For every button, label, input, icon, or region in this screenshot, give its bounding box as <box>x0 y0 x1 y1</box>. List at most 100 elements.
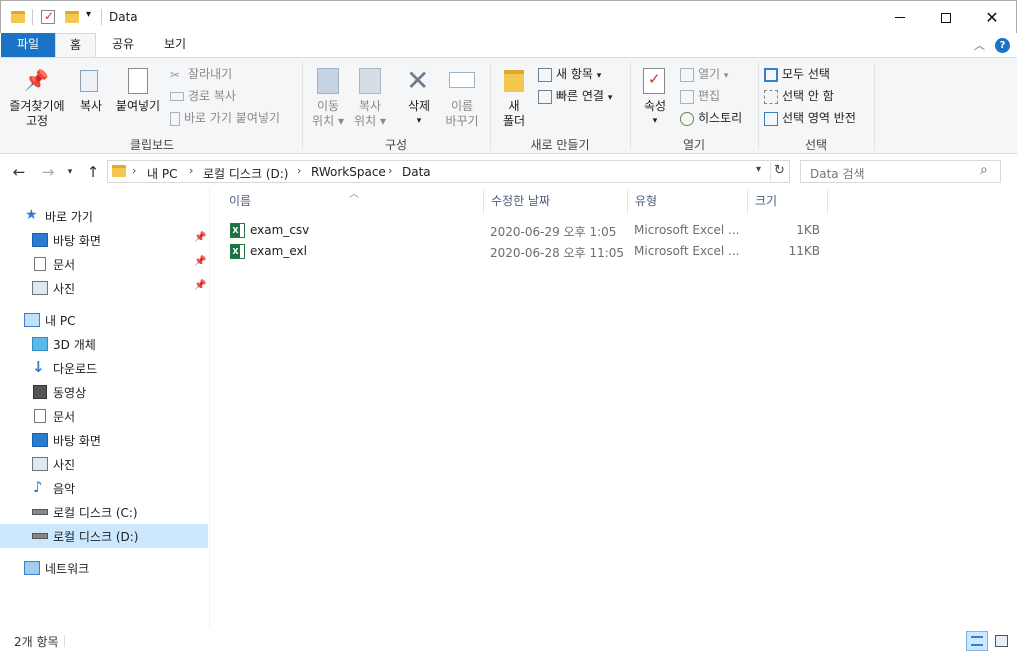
nav-this-pc[interactable]: 내 PC <box>0 308 208 332</box>
breadcrumb-data[interactable]: Data <box>402 165 431 179</box>
file-name: exam_exl <box>250 244 307 258</box>
column-header-modified[interactable]: 수정한 날짜 <box>484 189 628 214</box>
nav-downloads[interactable]: ↓ 다운로드 <box>0 356 208 380</box>
breadcrumb-chevron-icon[interactable]: › <box>132 164 136 177</box>
new-folder-quick-icon[interactable] <box>65 11 79 23</box>
edit-button[interactable]: 편집 <box>680 87 720 104</box>
breadcrumb-this-pc[interactable]: 내 PC <box>147 165 177 182</box>
copy-path-button[interactable]: 경로 복사 <box>170 87 236 104</box>
breadcrumb-drive-d[interactable]: 로컬 디스크 (D:) <box>203 165 288 182</box>
nav-drive-c[interactable]: 로컬 디스크 (C:) <box>0 500 208 524</box>
item-count: 2개 항목 <box>14 635 59 649</box>
nav-quick-desktop[interactable]: 바탕 화면 📌 <box>0 228 208 252</box>
search-icon[interactable]: ⌕ <box>980 162 988 178</box>
address-bar[interactable]: › 내 PC › 로컬 디스크 (D:) › RWorkSpace › Data… <box>107 160 790 183</box>
tab-home[interactable]: 홈 <box>55 33 96 57</box>
cut-button[interactable]: ✂ 잘라내기 <box>170 65 232 82</box>
address-history-dropdown-icon[interactable]: ▾ <box>756 164 761 175</box>
pin-icon: 📌 <box>24 68 49 92</box>
new-item-icon <box>538 67 552 82</box>
nav-network[interactable]: 네트워크 <box>0 556 208 580</box>
select-all-button[interactable]: 모두 선택 <box>764 65 830 82</box>
select-none-button[interactable]: 선택 안 함 <box>764 87 834 104</box>
new-folder-button[interactable]: 새 폴더 <box>496 64 532 130</box>
file-row[interactable]: X exam_exl 2020-06-28 오후 11:05 Microsoft… <box>226 241 826 262</box>
properties-button[interactable]: ✓ 속성 ▾ <box>636 64 674 130</box>
easy-access-button[interactable]: 빠른 연결 ▾ <box>538 87 612 104</box>
file-row[interactable]: X exam_csv 2020-06-29 오후 1:05 Microsoft … <box>226 220 826 241</box>
delete-button[interactable]: ✕ 삭제 ▾ <box>398 64 440 130</box>
details-view-button[interactable] <box>966 631 988 651</box>
up-button[interactable]: ↑ <box>82 162 104 182</box>
copy-button[interactable]: 복사 <box>74 64 108 128</box>
group-divider <box>874 62 875 150</box>
maximize-icon <box>941 12 951 23</box>
copy-icon <box>80 70 98 92</box>
nav-quick-access[interactable]: ★ 바로 가기 <box>0 204 208 228</box>
new-folder-label: 새 폴더 <box>502 99 526 128</box>
search-input[interactable]: Data 검색 <box>810 165 865 182</box>
select-none-label: 선택 안 함 <box>782 89 834 103</box>
tab-file[interactable]: 파일 <box>1 33 55 57</box>
nav-videos[interactable]: 동영상 <box>0 380 208 404</box>
breadcrumb-chevron-icon[interactable]: › <box>189 164 193 177</box>
nav-music[interactable]: ♪ 음악 <box>0 476 208 500</box>
large-icons-view-button[interactable] <box>990 631 1012 651</box>
file-type: Microsoft Excel ... <box>634 244 740 258</box>
forward-arrow-icon: → <box>41 163 55 181</box>
nav-documents[interactable]: 문서 <box>0 404 208 428</box>
minimize-button[interactable] <box>877 1 923 34</box>
nav-label: 네트워크 <box>45 562 90 576</box>
column-header-size[interactable]: 크기 <box>748 189 828 214</box>
document-icon <box>34 409 46 423</box>
file-modified: 2020-06-28 오후 11:05 <box>490 246 625 260</box>
group-label-new: 새로 만들기 <box>530 138 590 152</box>
new-item-button[interactable]: 새 항목 ▾ <box>538 65 601 82</box>
tab-share[interactable]: 공유 <box>104 33 142 57</box>
recent-locations-button[interactable]: ▾ <box>62 162 78 182</box>
paste-shortcut-label: 바로 가기 붙여넣기 <box>184 111 280 125</box>
breadcrumb-rworkspace[interactable]: RWorkSpace <box>311 165 386 179</box>
history-button[interactable]: 히스토리 <box>680 109 742 126</box>
properties-quick-icon[interactable]: ✓ <box>41 9 55 24</box>
breadcrumb-chevron-icon[interactable]: › <box>297 164 301 177</box>
back-button[interactable]: ← <box>8 162 30 182</box>
rename-button[interactable]: 이름 바꾸기 <box>440 64 484 130</box>
nav-quick-documents[interactable]: 문서 📌 <box>0 252 208 276</box>
copy-to-button[interactable]: 복사 위치 ▾ <box>350 64 390 130</box>
paste-shortcut-icon <box>170 111 180 126</box>
pin-icon: 📌 <box>194 232 207 243</box>
forward-button[interactable]: → <box>37 162 59 182</box>
help-icon[interactable]: ? <box>995 38 1010 53</box>
column-header-type[interactable]: 유형 <box>628 189 748 214</box>
nav-desktop[interactable]: 바탕 화면 <box>0 428 208 452</box>
move-to-button[interactable]: 이동 위치 ▾ <box>308 64 348 130</box>
paste-button[interactable]: 붙여넣기 <box>112 64 164 128</box>
divider <box>101 9 102 25</box>
refresh-icon[interactable]: ↻ <box>774 163 785 178</box>
nav-3d-objects[interactable]: 3D 개체 <box>0 332 208 356</box>
column-header-name[interactable]: 이름 <box>222 189 484 214</box>
open-button[interactable]: 열기 ▾ <box>680 65 728 82</box>
group-divider <box>758 62 759 150</box>
edit-label: 편집 <box>698 89 721 103</box>
delete-label: 삭제 ▾ <box>407 99 431 126</box>
search-box[interactable]: Data 검색 ⌕ <box>800 160 1001 183</box>
invert-selection-button[interactable]: 선택 영역 반전 <box>764 109 856 126</box>
customize-toolbar-icon[interactable]: ▾ <box>86 9 91 20</box>
desktop-icon <box>32 233 48 247</box>
nav-label: 로컬 디스크 (D:) <box>53 530 139 544</box>
pin-quick-access-button[interactable]: 📌 즐겨찾기에 고정 <box>4 64 70 128</box>
file-size: 11KB <box>788 244 820 258</box>
nav-pictures[interactable]: 사진 <box>0 452 208 476</box>
tab-view[interactable]: 보기 <box>156 33 194 57</box>
file-type: Microsoft Excel ... <box>634 223 740 237</box>
breadcrumb-chevron-icon[interactable]: › <box>388 164 392 177</box>
close-button[interactable]: ✕ <box>969 1 1015 34</box>
paste-shortcut-button[interactable]: 바로 가기 붙여넣기 <box>170 109 280 126</box>
maximize-button[interactable] <box>923 1 969 34</box>
collapse-ribbon-icon[interactable]: ︿ <box>974 37 985 53</box>
nav-quick-pictures[interactable]: 사진 📌 <box>0 276 208 300</box>
document-icon <box>34 257 46 271</box>
nav-drive-d[interactable]: 로컬 디스크 (D:) <box>0 524 208 548</box>
